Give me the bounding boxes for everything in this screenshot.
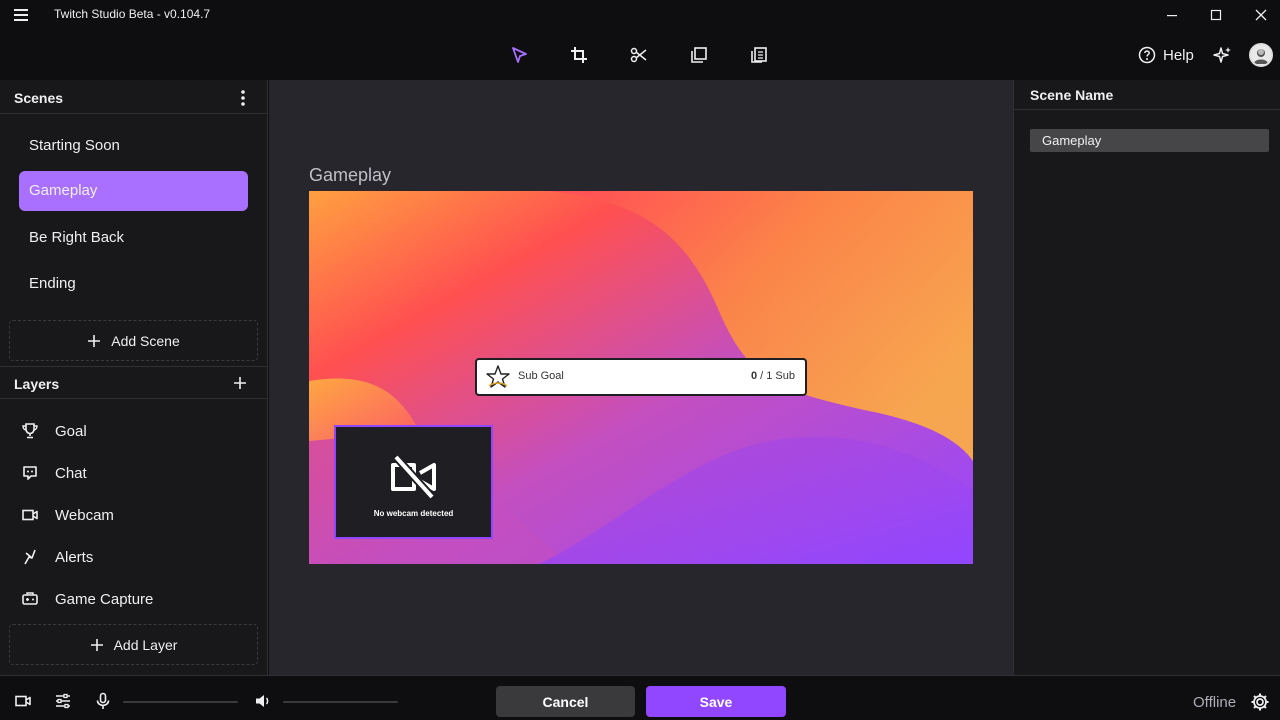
layer-label: Alerts [55, 548, 94, 566]
camera-icon [20, 505, 40, 525]
preview-scene-label: Gameplay [309, 165, 392, 185]
preview-area: Gameplay Sub Goal 0 / 1 Sub No webcam de… [269, 80, 1013, 675]
maximize-icon[interactable] [1204, 4, 1228, 26]
trophy-icon [20, 421, 40, 441]
sparkle-icon[interactable] [1213, 45, 1233, 65]
layer-label: Webcam [55, 506, 114, 524]
scene-item-ending[interactable]: Ending [19, 264, 248, 304]
scene-name-label: Scene Name [1030, 87, 1114, 103]
more-options-icon[interactable] [233, 88, 253, 108]
add-layer-button[interactable]: Add Layer [9, 624, 258, 665]
chat-icon [20, 463, 40, 483]
layers-title: Layers [14, 376, 60, 392]
add-scene-label: Add Scene [111, 332, 180, 349]
help-icon [1138, 46, 1156, 64]
scene-item-gameplay[interactable]: Gameplay [19, 171, 248, 211]
mic-volume-slider[interactable] [123, 701, 238, 703]
help-button[interactable]: Help [1138, 45, 1194, 65]
sub-goal-count: 0 / 1 Sub [751, 370, 795, 382]
gear-icon[interactable] [1250, 692, 1270, 712]
mixer-sliders-icon[interactable] [53, 691, 73, 711]
left-panel: Scenes Starting Soon Gameplay Be Right B… [0, 80, 268, 675]
hamburger-menu-icon[interactable] [12, 6, 32, 24]
camera-off-icon [388, 453, 440, 501]
layer-label: Chat [55, 464, 87, 482]
close-icon[interactable] [1249, 4, 1273, 26]
plus-icon [90, 638, 104, 652]
microphone-icon[interactable] [93, 691, 113, 711]
properties-panel: Scene Name [1013, 80, 1280, 675]
add-layer-plus-icon[interactable] [233, 376, 247, 390]
bottom-bar: Cancel Save Offline [0, 675, 1280, 720]
sub-goal-title: Sub Goal [518, 370, 564, 382]
layer-item-alerts[interactable]: Alerts [20, 543, 250, 571]
stream-status: Offline [1193, 694, 1237, 711]
layer-item-game-capture[interactable]: Game Capture [20, 585, 250, 613]
scene-item-starting-soon[interactable]: Starting Soon [19, 126, 248, 166]
save-button[interactable]: Save [646, 686, 786, 717]
crop-icon[interactable] [568, 44, 590, 66]
add-scene-button[interactable]: Add Scene [9, 320, 258, 361]
scissors-icon[interactable] [628, 44, 650, 66]
webcam-message: No webcam detected [373, 509, 454, 518]
star-badge-icon [485, 364, 511, 390]
title-bar: Twitch Studio Beta - v0.104.7 [0, 0, 1280, 30]
scenes-title: Scenes [14, 90, 64, 106]
speaker-icon[interactable] [253, 691, 273, 711]
add-layer-label: Add Layer [113, 636, 178, 653]
layer-label: Goal [55, 422, 87, 440]
layer-item-chat[interactable]: Chat [20, 459, 250, 487]
layer-item-webcam[interactable]: Webcam [20, 501, 250, 529]
plus-icon [87, 334, 101, 348]
editor-toolbar: Help [0, 30, 1280, 80]
alert-icon [20, 547, 40, 567]
scene-name-input[interactable] [1030, 129, 1269, 152]
minimize-icon[interactable] [1160, 4, 1184, 26]
sub-goal-widget[interactable]: Sub Goal 0 / 1 Sub [475, 358, 807, 396]
scene-item-be-right-back[interactable]: Be Right Back [19, 218, 248, 258]
layer-item-goal[interactable]: Goal [20, 417, 250, 445]
app-title: Twitch Studio Beta - v0.104.7 [54, 7, 211, 21]
select-cursor-icon[interactable] [508, 44, 530, 66]
scene-preview-canvas[interactable]: Sub Goal 0 / 1 Sub No webcam detected [309, 191, 973, 564]
help-label: Help [1163, 46, 1194, 64]
layers-header: Layers [0, 366, 268, 399]
scenes-header: Scenes [0, 80, 268, 114]
sub-goal-current: 0 [750, 370, 758, 382]
layers-stack-icon[interactable] [748, 44, 770, 66]
duplicate-icon[interactable] [688, 44, 710, 66]
avatar[interactable] [1249, 43, 1273, 67]
gamepad-icon [20, 589, 40, 609]
desktop-volume-slider[interactable] [283, 701, 398, 703]
cancel-button[interactable]: Cancel [496, 686, 635, 717]
webcam-placeholder[interactable]: No webcam detected [334, 425, 493, 539]
layer-label: Game Capture [55, 590, 154, 608]
sub-goal-target: / 1 Sub [760, 370, 795, 382]
video-camera-icon[interactable] [13, 691, 33, 711]
